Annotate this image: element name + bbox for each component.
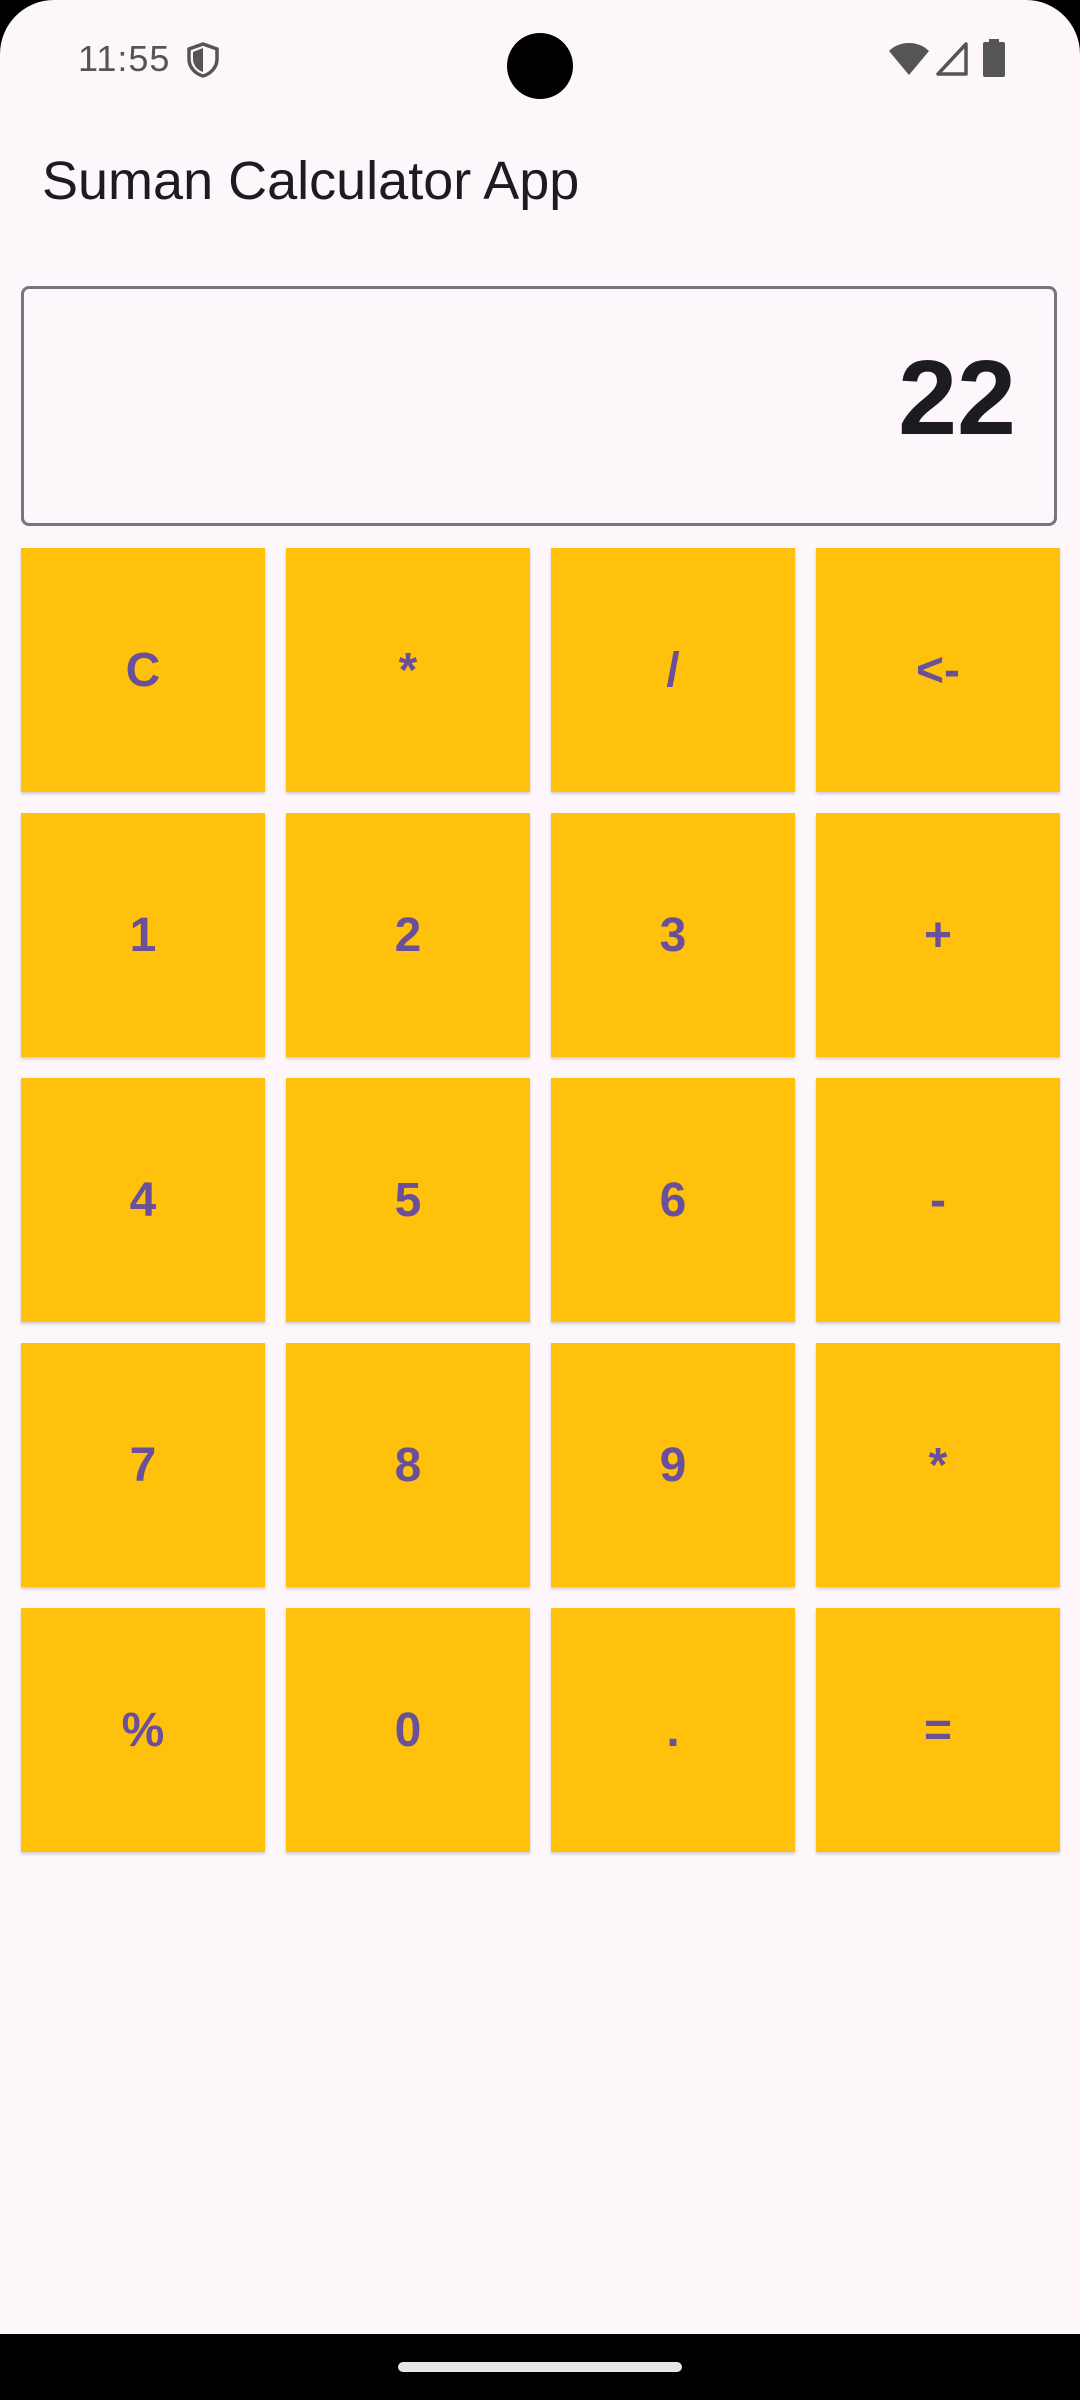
digit-9-button[interactable]: 9 (551, 1343, 795, 1587)
display-value: 22 (898, 339, 1016, 457)
digit-1-button[interactable]: 1 (21, 813, 265, 1057)
clear-button[interactable]: C (21, 548, 265, 792)
keypad: C * / <- 1 2 3 + 4 5 6 - 7 8 9 * % 0 . = (21, 548, 1060, 1852)
decimal-button[interactable]: . (551, 1608, 795, 1852)
camera-cutout (507, 33, 573, 99)
digit-6-button[interactable]: 6 (551, 1078, 795, 1322)
home-gesture-handle[interactable] (398, 2362, 682, 2372)
digit-8-button[interactable]: 8 (286, 1343, 530, 1587)
shield-icon (187, 42, 219, 78)
plus-button[interactable]: + (816, 813, 1060, 1057)
backspace-button[interactable]: <- (816, 548, 1060, 792)
digit-2-button[interactable]: 2 (286, 813, 530, 1057)
status-bar: 11:55 (0, 0, 1080, 120)
percent-button[interactable]: % (21, 1608, 265, 1852)
cellular-signal-icon (936, 42, 968, 76)
multiply-button[interactable]: * (816, 1343, 1060, 1587)
wifi-icon (889, 43, 929, 75)
multiply-button-top[interactable]: * (286, 548, 530, 792)
result-display[interactable]: 22 (21, 286, 1057, 526)
digit-4-button[interactable]: 4 (21, 1078, 265, 1322)
digit-5-button[interactable]: 5 (286, 1078, 530, 1322)
digit-0-button[interactable]: 0 (286, 1608, 530, 1852)
minus-button[interactable]: - (816, 1078, 1060, 1322)
app-screen: 11:55 Suman Calculator App 22 C * / <- 1… (0, 0, 1080, 2400)
app-title: Suman Calculator App (42, 151, 580, 211)
digit-3-button[interactable]: 3 (551, 813, 795, 1057)
status-time: 11:55 (78, 38, 171, 79)
equals-button[interactable]: = (816, 1608, 1060, 1852)
digit-7-button[interactable]: 7 (21, 1343, 265, 1587)
divide-button[interactable]: / (551, 548, 795, 792)
battery-icon (983, 39, 1005, 77)
